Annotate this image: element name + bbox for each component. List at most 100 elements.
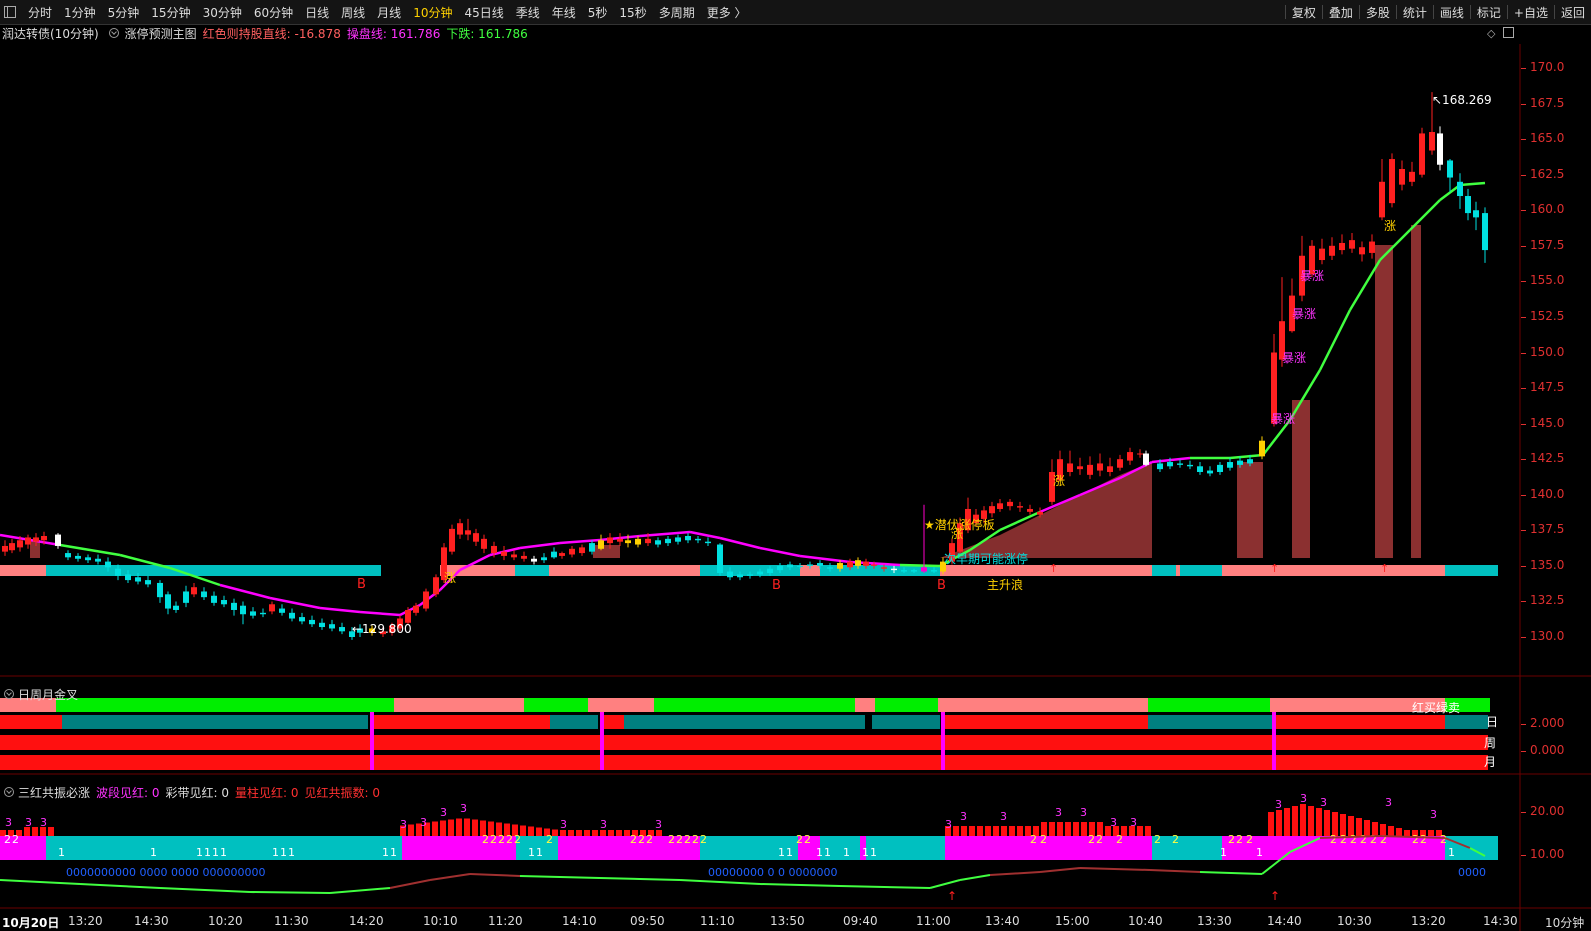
candle-body	[911, 570, 917, 572]
candle-body	[55, 534, 61, 546]
price-axis-label: 137.5	[1530, 522, 1565, 537]
moving-average-line	[759, 546, 801, 558]
price-axis-label: 152.5	[1530, 308, 1565, 323]
pane2-axis-label: 2.000	[1530, 716, 1565, 730]
candle-body	[871, 564, 877, 566]
candle-body	[531, 558, 537, 562]
candle-body	[1207, 470, 1213, 474]
pane2-day-band	[604, 715, 624, 729]
volume-bar	[1300, 804, 1306, 836]
candle-body	[491, 545, 497, 554]
day-label: 日	[1486, 715, 1498, 729]
candle-body	[881, 567, 887, 569]
volume-bar	[1065, 822, 1071, 836]
candle-body	[787, 564, 793, 568]
pane3-stat: 彩带见红: 0	[165, 785, 230, 800]
candle-body	[1319, 248, 1325, 261]
signal-3-marker: 3	[1000, 810, 1007, 823]
signal-1-marker: 1	[778, 846, 785, 859]
pane3-band	[1152, 836, 1222, 860]
signal-3-marker: 3	[1385, 796, 1392, 809]
price-axis-label: 150.0	[1530, 344, 1565, 359]
time-axis-label: 15:00	[1055, 914, 1090, 928]
candle-body	[921, 567, 927, 572]
trend-ribbon-segment	[0, 565, 46, 576]
signal-1-marker: 1	[390, 846, 397, 859]
moving-average-line	[799, 554, 851, 564]
trend-ribbon-segment	[1222, 565, 1445, 576]
volume-bar	[448, 819, 454, 836]
candle-body	[1482, 213, 1488, 251]
pane2-band	[524, 698, 588, 712]
volume-bar	[1308, 806, 1314, 836]
time-axis-label: 10月20日	[2, 916, 60, 930]
axis-tick	[1521, 855, 1526, 856]
candle-body	[747, 574, 753, 576]
candle-body	[625, 540, 631, 544]
candle-body	[1359, 247, 1365, 255]
candle-body	[1017, 506, 1023, 508]
price-axis-label: 135.0	[1530, 557, 1565, 572]
pane3-wave-line	[839, 885, 931, 889]
pane2-month-band	[0, 755, 1488, 770]
candle-body	[1107, 466, 1113, 472]
pane3-wave-line	[989, 871, 1041, 876]
axis-tick	[1521, 459, 1526, 461]
zero-markers: 0000	[1458, 866, 1486, 879]
month-label: 月	[1484, 755, 1496, 769]
candle-body	[309, 619, 315, 625]
candle-body	[559, 553, 565, 556]
pane2-band	[875, 698, 938, 712]
candle-body	[1187, 464, 1193, 467]
pane2-day-band	[624, 715, 865, 729]
up-arrow-icon: ↑	[1049, 562, 1058, 575]
trend-ribbon-segment	[940, 565, 1152, 576]
pane2-day-band	[374, 715, 550, 729]
pane3-collapse-icon[interactable]	[4, 787, 14, 797]
signal-3-marker: 3	[1110, 816, 1117, 829]
volume-bar	[953, 826, 959, 836]
pane2-band	[1148, 698, 1270, 712]
trend-ribbon-segment	[1152, 565, 1176, 576]
signal-3-marker: 3	[1275, 798, 1282, 811]
price-axis-label: 160.0	[1530, 202, 1565, 217]
candle-body	[1027, 508, 1033, 512]
signal-2-marker: 2	[514, 833, 521, 846]
axis-tick	[1521, 352, 1526, 354]
signal-2-marker: 2	[684, 833, 691, 846]
signal-2-marker: 2	[482, 833, 489, 846]
signal-1-marker: 1	[1220, 846, 1227, 859]
volume-bar	[1396, 828, 1402, 836]
volume-bar	[985, 826, 991, 836]
signal-3-marker: 3	[1080, 806, 1087, 819]
candle-body	[1127, 452, 1133, 461]
rise-bar	[30, 540, 40, 558]
signal-1-marker: 1	[786, 846, 793, 859]
candle-body	[837, 563, 843, 569]
period-label: 10分钟	[1545, 916, 1585, 930]
signal-2-marker: 2	[1088, 833, 1095, 846]
candle-body	[75, 555, 81, 559]
signal-2-marker: 2	[1380, 833, 1387, 846]
price-axis-label: 167.5	[1530, 95, 1565, 110]
time-axis-label: 13:40	[985, 914, 1020, 928]
signal-2-marker: 2	[1330, 833, 1337, 846]
signal-2-marker: 2	[1420, 833, 1427, 846]
pane2-band	[938, 698, 1148, 712]
candle-body	[1237, 460, 1243, 465]
price-axis-label: 147.5	[1530, 380, 1565, 395]
candle-body	[1167, 462, 1173, 467]
axis-tick	[1521, 530, 1526, 532]
pane3-wave-line	[79, 883, 161, 889]
pane2-band	[588, 698, 654, 712]
pane3-wave-line	[389, 879, 431, 889]
pane2-collapse-icon[interactable]	[4, 689, 14, 699]
candle-body	[1457, 181, 1463, 197]
signal-1-marker: 1	[816, 846, 823, 859]
zero-markers: 00000000 0 0 0000000	[708, 866, 837, 879]
signal-2-marker: 2	[1246, 833, 1253, 846]
pane3-axis-label: 20.00	[1530, 804, 1565, 818]
candle-body	[289, 612, 295, 619]
volume-bar	[1137, 826, 1143, 836]
volume-bar	[464, 818, 470, 836]
